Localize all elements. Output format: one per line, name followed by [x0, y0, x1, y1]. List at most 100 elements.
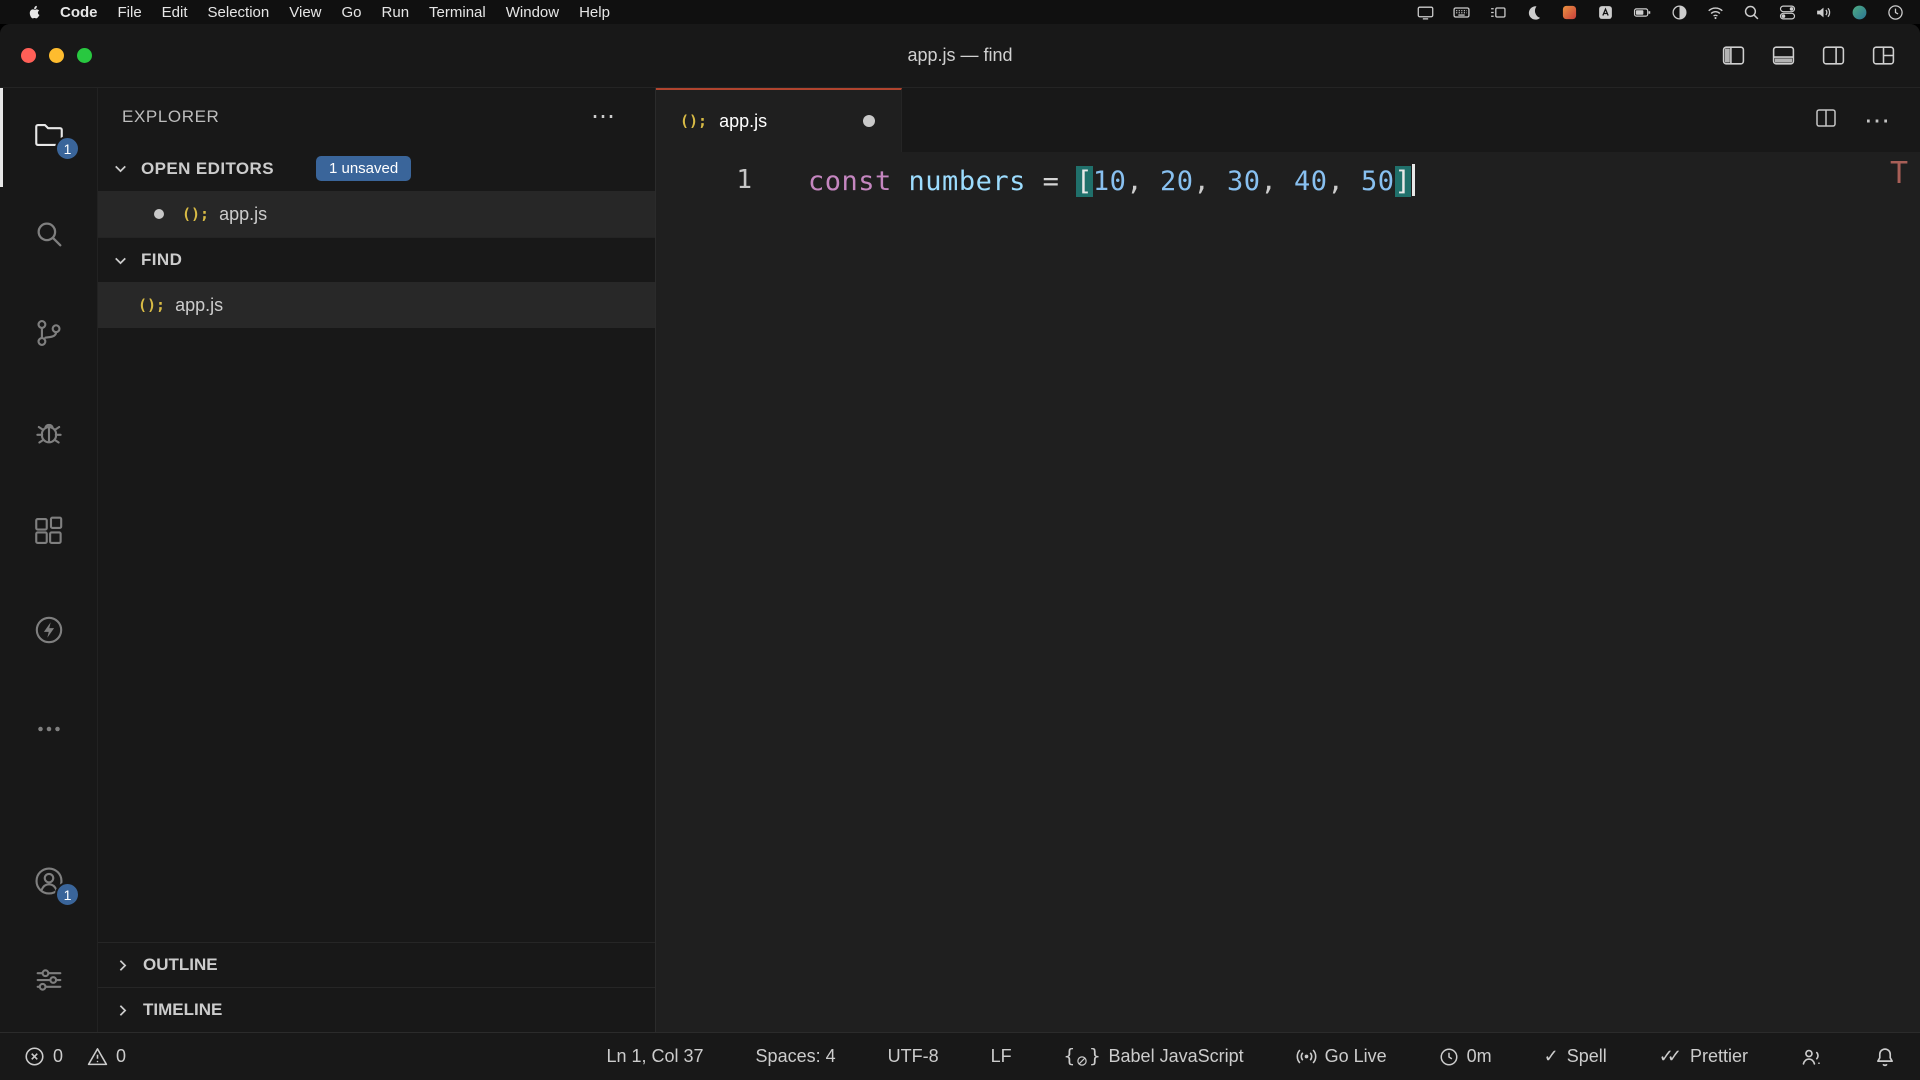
display-icon[interactable] — [1417, 4, 1434, 21]
folder-name-label: FIND — [141, 250, 182, 270]
timer-status[interactable]: 0m — [1439, 1046, 1492, 1067]
minimap-marker: T — [1890, 156, 1908, 191]
menu-view[interactable]: View — [289, 4, 321, 21]
notifications-bell-icon[interactable] — [1874, 1046, 1896, 1068]
screencast-person-icon[interactable] — [1800, 1046, 1822, 1068]
apple-icon[interactable] — [28, 4, 44, 20]
unsaved-badge: 1 unsaved — [316, 156, 411, 181]
chevron-down-icon — [112, 160, 129, 177]
prettier-status[interactable]: ✓✓ Prettier — [1659, 1046, 1748, 1067]
menu-help[interactable]: Help — [579, 4, 610, 21]
problems-status[interactable]: 0 0 — [24, 1046, 126, 1067]
toggle-panel-icon[interactable] — [1771, 43, 1796, 68]
spotlight-icon[interactable] — [1743, 4, 1760, 21]
activity-bar: 1 1 — [0, 88, 98, 1032]
tree-file-label: app.js — [175, 295, 223, 316]
js-file-icon: (); — [182, 205, 209, 223]
activity-accounts[interactable]: 1 — [0, 834, 97, 933]
split-editor-icon[interactable] — [1814, 106, 1838, 135]
zoom-window-button[interactable] — [77, 48, 92, 63]
error-icon — [24, 1046, 45, 1067]
minimize-window-button[interactable] — [49, 48, 64, 63]
launcher-icon[interactable] — [1561, 4, 1578, 21]
activity-source-control[interactable] — [0, 286, 97, 385]
bug-icon — [32, 415, 66, 454]
code-content[interactable]: const numbers = [10, 20, 30, 40, 50] — [808, 164, 1415, 197]
prettier-label: Prettier — [1690, 1046, 1748, 1067]
sidebar-title: EXPLORER — [122, 107, 219, 127]
wifi-icon[interactable] — [1707, 4, 1724, 21]
code-editor[interactable]: 1 const numbers = [10, 20, 30, 40, 50] T — [656, 152, 1920, 1032]
keyboard-icon[interactable] — [1453, 4, 1470, 21]
line-number[interactable]: 1 — [656, 165, 766, 195]
activity-thunder-client[interactable] — [0, 583, 97, 682]
activity-run-debug[interactable] — [0, 385, 97, 484]
indentation-status[interactable]: Spaces: 4 — [756, 1046, 836, 1067]
menu-window[interactable]: Window — [506, 4, 559, 21]
stage-manager-icon[interactable] — [1489, 4, 1506, 21]
moon-icon[interactable] — [1525, 4, 1542, 21]
open-editors-header[interactable]: OPEN EDITORS 1 unsaved — [98, 146, 655, 191]
error-count: 0 — [53, 1046, 63, 1067]
open-editor-item-appjs[interactable]: (); app.js — [98, 191, 655, 237]
go-live-label: Go Live — [1325, 1046, 1387, 1067]
window-title: app.js — find — [907, 45, 1012, 66]
open-editor-file-label: app.js — [219, 204, 267, 225]
menu-app-name[interactable]: Code — [60, 4, 98, 21]
clock-icon[interactable] — [1887, 4, 1904, 21]
menu-terminal[interactable]: Terminal — [429, 4, 486, 21]
lightning-icon — [32, 613, 66, 652]
timer-label: 0m — [1467, 1046, 1492, 1067]
outline-section-header[interactable]: OUTLINE — [98, 942, 655, 987]
check-icon: ✓ — [1544, 1046, 1559, 1067]
menu-selection[interactable]: Selection — [208, 4, 270, 21]
modified-dot — [154, 209, 164, 219]
language-mode-status[interactable]: {} Babel JavaScript — [1064, 1046, 1244, 1067]
chevron-down-icon — [112, 252, 129, 269]
text-cursor — [1412, 164, 1415, 196]
outline-label: OUTLINE — [143, 955, 218, 975]
battery-icon[interactable] — [1633, 4, 1652, 21]
menu-file[interactable]: File — [118, 4, 142, 21]
warning-icon — [87, 1046, 108, 1067]
activity-explorer[interactable]: 1 — [0, 88, 97, 187]
activity-extensions[interactable] — [0, 484, 97, 583]
timeline-label: TIMELINE — [143, 1000, 222, 1020]
sidebar-header: EXPLORER ⋯ — [98, 88, 655, 146]
input-source-icon[interactable] — [1597, 4, 1614, 21]
activity-settings[interactable] — [0, 933, 97, 1032]
volume-icon[interactable] — [1815, 4, 1832, 21]
chevron-right-icon — [114, 1002, 131, 1019]
cursor-position-status[interactable]: Ln 1, Col 37 — [606, 1046, 703, 1067]
menu-go[interactable]: Go — [342, 4, 362, 21]
toggle-secondary-sidebar-icon[interactable] — [1821, 43, 1846, 68]
tab-appjs[interactable]: (); app.js — [656, 88, 902, 152]
timeline-section-header[interactable]: TIMELINE — [98, 987, 655, 1032]
explorer-badge: 1 — [55, 136, 80, 161]
profile-icon[interactable] — [1851, 4, 1868, 21]
focus-icon[interactable] — [1671, 4, 1688, 21]
chevron-right-icon — [114, 957, 131, 974]
menu-run[interactable]: Run — [382, 4, 410, 21]
close-window-button[interactable] — [21, 48, 36, 63]
eol-status[interactable]: LF — [991, 1046, 1012, 1067]
tab-modified-dot[interactable] — [863, 115, 875, 127]
braces-icon: {} — [1064, 1047, 1101, 1066]
activity-search[interactable] — [0, 187, 97, 286]
code-tokens: const numbers = [10, 20, 30, 40, 50] — [808, 166, 1411, 197]
control-center-icon[interactable] — [1779, 4, 1796, 21]
toggle-primary-sidebar-icon[interactable] — [1721, 43, 1746, 68]
go-live-status[interactable]: Go Live — [1296, 1046, 1387, 1067]
customize-layout-icon[interactable] — [1871, 43, 1896, 68]
editor-group: (); app.js ⋯ 1 const numbers = [10, 20, … — [656, 88, 1920, 1032]
tree-item-appjs[interactable]: (); app.js — [98, 282, 655, 328]
activity-more-views[interactable] — [0, 682, 97, 781]
tab-label: app.js — [719, 111, 767, 132]
tab-bar: (); app.js ⋯ — [656, 88, 1920, 152]
spell-status[interactable]: ✓ Spell — [1544, 1046, 1607, 1067]
editor-actions: ⋯ — [1814, 88, 1920, 152]
encoding-status[interactable]: UTF-8 — [888, 1046, 939, 1067]
menu-edit[interactable]: Edit — [162, 4, 188, 21]
folder-section-header[interactable]: FIND — [98, 237, 655, 282]
code-line-1: 1 const numbers = [10, 20, 30, 40, 50] — [656, 158, 1920, 202]
